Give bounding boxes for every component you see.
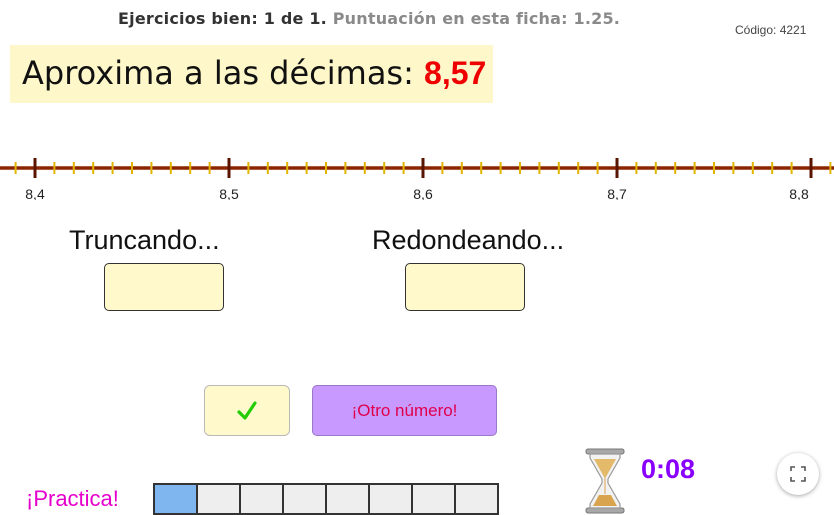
check-mark-icon (237, 400, 257, 420)
number-line-label: 8,5 (219, 186, 239, 200)
truncate-input[interactable] (104, 263, 224, 311)
round-label: Redondeando... (372, 225, 565, 255)
number-line-label: 8,6 (413, 186, 433, 200)
truncate-label: Truncando... (69, 225, 220, 255)
exercise-code: Código: 4221 (735, 23, 807, 37)
prompt: Aproxima a las décimas: 8,57 (22, 54, 486, 92)
progress-cell (454, 483, 499, 515)
score-value: 1.25. (573, 9, 621, 28)
prompt-text: Aproxima a las décimas: (22, 54, 414, 92)
prompt-box: Aproxima a las décimas: 8,57 (10, 45, 493, 103)
progress-cell (239, 483, 284, 515)
prompt-number: 8,57 (424, 55, 487, 91)
practice-label: ¡Practica! (26, 486, 119, 511)
progress-cell (325, 483, 370, 515)
number-line-label: 8,8 (789, 186, 809, 200)
progress-cell (368, 483, 413, 515)
progress-cell (411, 483, 456, 515)
progress-cell (153, 483, 198, 515)
score-label: Puntuación en esta ficha: (332, 9, 568, 28)
number-line: 8,4 8,5 8,6 8,7 8,8 (0, 158, 834, 200)
correct-label: Ejercicios bien: (118, 9, 258, 28)
progress-cell (282, 483, 327, 515)
timer: 0:08 (641, 454, 696, 484)
progress-cell (196, 483, 241, 515)
hourglass-icon (585, 448, 625, 514)
check-button[interactable] (204, 385, 290, 436)
score-summary: Ejercicios bien: 1 de 1. Puntuación en e… (118, 9, 620, 28)
progress-bar (153, 483, 499, 515)
number-line-label: 8,7 (607, 186, 627, 200)
round-input[interactable] (405, 263, 525, 311)
fullscreen-button[interactable] (777, 453, 819, 495)
new-number-button[interactable]: ¡Otro número! (312, 385, 497, 436)
number-line-label: 8,4 (25, 186, 45, 200)
correct-count: 1 de 1. (263, 9, 327, 28)
fullscreen-icon (790, 466, 806, 482)
